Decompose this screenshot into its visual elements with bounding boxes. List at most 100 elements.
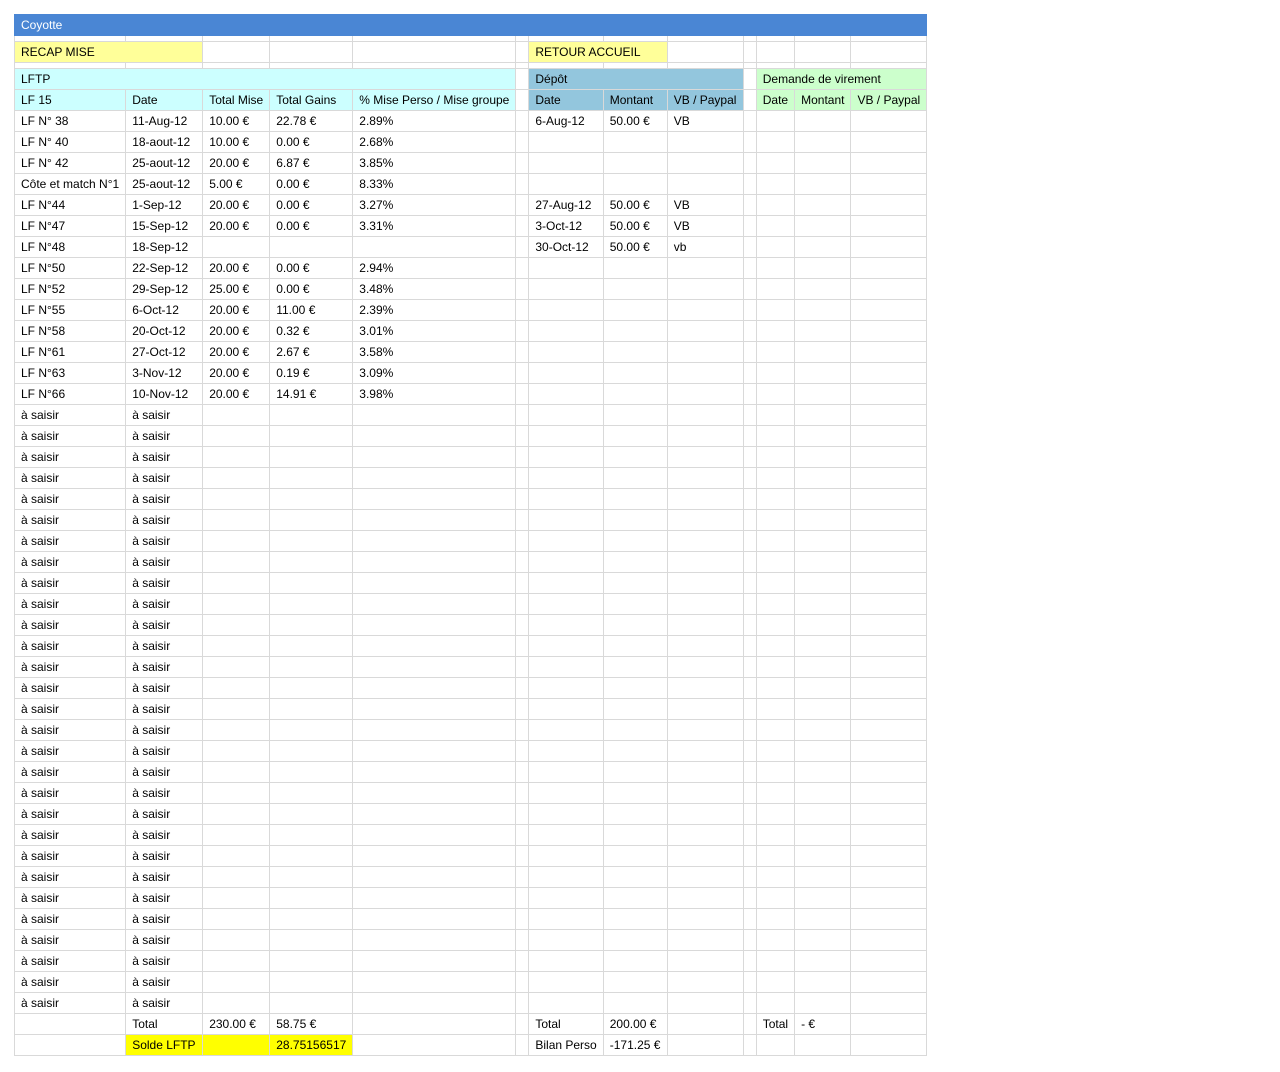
- lftp-cell[interactable]: à saisir: [125, 635, 204, 657]
- depot-cell[interactable]: [528, 467, 604, 489]
- separator-cell[interactable]: [742, 593, 757, 615]
- virement-cell[interactable]: [755, 236, 796, 258]
- lftp-cell[interactable]: 14.91 €: [269, 383, 354, 405]
- lftp-cell[interactable]: [269, 761, 354, 783]
- virement-cell[interactable]: [755, 194, 796, 216]
- lftp-cell[interactable]: 0.00 €: [269, 215, 354, 237]
- virement-cell[interactable]: [850, 236, 928, 258]
- virement-cell[interactable]: [755, 614, 796, 636]
- separator-cell[interactable]: [515, 551, 530, 573]
- lftp-cell[interactable]: 22.78 €: [269, 110, 354, 132]
- separator-cell[interactable]: [742, 173, 757, 195]
- separator-cell[interactable]: [515, 929, 530, 951]
- virement-cell[interactable]: [850, 488, 928, 510]
- virement-cell[interactable]: [794, 614, 852, 636]
- virement-cell[interactable]: [850, 320, 928, 342]
- separator-cell[interactable]: [742, 488, 757, 510]
- lftp-cell[interactable]: [202, 740, 271, 762]
- lftp-cell[interactable]: [269, 803, 354, 825]
- lftp-cell[interactable]: 25.00 €: [202, 278, 271, 300]
- separator-cell[interactable]: [515, 803, 530, 825]
- virement-cell[interactable]: [755, 572, 796, 594]
- lftp-total-gains[interactable]: 58.75 €: [269, 1013, 354, 1035]
- lftp-cell[interactable]: [269, 572, 354, 594]
- lftp-cell[interactable]: à saisir: [125, 929, 204, 951]
- lftp-cell[interactable]: [269, 845, 354, 867]
- lftp-cell[interactable]: 20-Oct-12: [125, 320, 204, 342]
- empty-cell[interactable]: [352, 1034, 517, 1056]
- depot-cell[interactable]: [666, 173, 744, 195]
- virement-cell[interactable]: [850, 383, 928, 405]
- separator-cell[interactable]: [742, 1034, 757, 1056]
- depot-cell[interactable]: [666, 467, 744, 489]
- lftp-cell[interactable]: [202, 845, 271, 867]
- lftp-cell[interactable]: [352, 740, 517, 762]
- virement-cell[interactable]: [755, 971, 796, 993]
- virement-cell[interactable]: [794, 887, 852, 909]
- lftp-cell[interactable]: 2.89%: [352, 110, 517, 132]
- lftp-cell[interactable]: [352, 824, 517, 846]
- lftp-cell[interactable]: [269, 509, 354, 531]
- virement-cell[interactable]: [850, 530, 928, 552]
- virement-cell[interactable]: [850, 908, 928, 930]
- virement-cell[interactable]: [850, 341, 928, 363]
- depot-cell[interactable]: [528, 425, 604, 447]
- depot-cell[interactable]: [528, 383, 604, 405]
- depot-cell[interactable]: [666, 278, 744, 300]
- lftp-cell[interactable]: LF N°52: [13, 278, 127, 300]
- depot-cell[interactable]: [666, 971, 744, 993]
- virement-cell[interactable]: [794, 320, 852, 342]
- virement-cell[interactable]: [755, 299, 796, 321]
- lftp-cell[interactable]: 20.00 €: [202, 215, 271, 237]
- lftp-cell[interactable]: LF N° 38: [13, 110, 127, 132]
- lftp-cell[interactable]: [352, 887, 517, 909]
- depot-cell[interactable]: [602, 173, 668, 195]
- lftp-cell[interactable]: à saisir: [13, 635, 127, 657]
- separator-cell[interactable]: [515, 614, 530, 636]
- lftp-cell[interactable]: [269, 971, 354, 993]
- depot-cell[interactable]: [602, 782, 668, 804]
- solde-lftp-label[interactable]: Solde LFTP: [125, 1034, 204, 1056]
- separator-cell[interactable]: [515, 215, 530, 237]
- lftp-cell[interactable]: à saisir: [125, 824, 204, 846]
- empty-cell[interactable]: [755, 41, 796, 63]
- separator-cell[interactable]: [742, 656, 757, 678]
- depot-cell[interactable]: [528, 530, 604, 552]
- depot-cell[interactable]: 50.00 €: [602, 215, 668, 237]
- depot-cell[interactable]: [602, 971, 668, 993]
- depot-cell[interactable]: [602, 866, 668, 888]
- virement-cell[interactable]: [755, 341, 796, 363]
- separator-cell[interactable]: [515, 1013, 530, 1035]
- separator-cell[interactable]: [742, 803, 757, 825]
- lftp-cell[interactable]: à saisir: [13, 824, 127, 846]
- virement-cell[interactable]: [794, 845, 852, 867]
- lftp-cell[interactable]: [352, 425, 517, 447]
- separator-cell[interactable]: [742, 719, 757, 741]
- lftp-cell[interactable]: 6-Oct-12: [125, 299, 204, 321]
- lftp-cell[interactable]: [202, 782, 271, 804]
- virement-cell[interactable]: [755, 278, 796, 300]
- bilan-perso-value[interactable]: -171.25 €: [602, 1034, 668, 1056]
- separator-cell[interactable]: [742, 278, 757, 300]
- lftp-cell[interactable]: 1-Sep-12: [125, 194, 204, 216]
- lftp-cell[interactable]: [202, 971, 271, 993]
- empty-cell[interactable]: [202, 41, 271, 63]
- virement-cell[interactable]: [755, 257, 796, 279]
- lftp-cell[interactable]: LF N°47: [13, 215, 127, 237]
- separator-cell[interactable]: [515, 593, 530, 615]
- separator-cell[interactable]: [515, 845, 530, 867]
- lftp-cell[interactable]: [202, 698, 271, 720]
- separator-cell[interactable]: [742, 362, 757, 384]
- depot-cell[interactable]: [528, 320, 604, 342]
- virement-cell[interactable]: [755, 551, 796, 573]
- lftp-cell[interactable]: à saisir: [125, 866, 204, 888]
- lftp-cell[interactable]: [269, 425, 354, 447]
- depot-cell[interactable]: [528, 488, 604, 510]
- virement-cell[interactable]: [755, 467, 796, 489]
- depot-cell[interactable]: [666, 593, 744, 615]
- virement-cell[interactable]: [794, 719, 852, 741]
- sheet-title[interactable]: Coyotte: [13, 14, 928, 36]
- virement-cell[interactable]: [850, 593, 928, 615]
- lftp-section-title[interactable]: LFTP: [13, 68, 517, 90]
- separator-cell[interactable]: [742, 740, 757, 762]
